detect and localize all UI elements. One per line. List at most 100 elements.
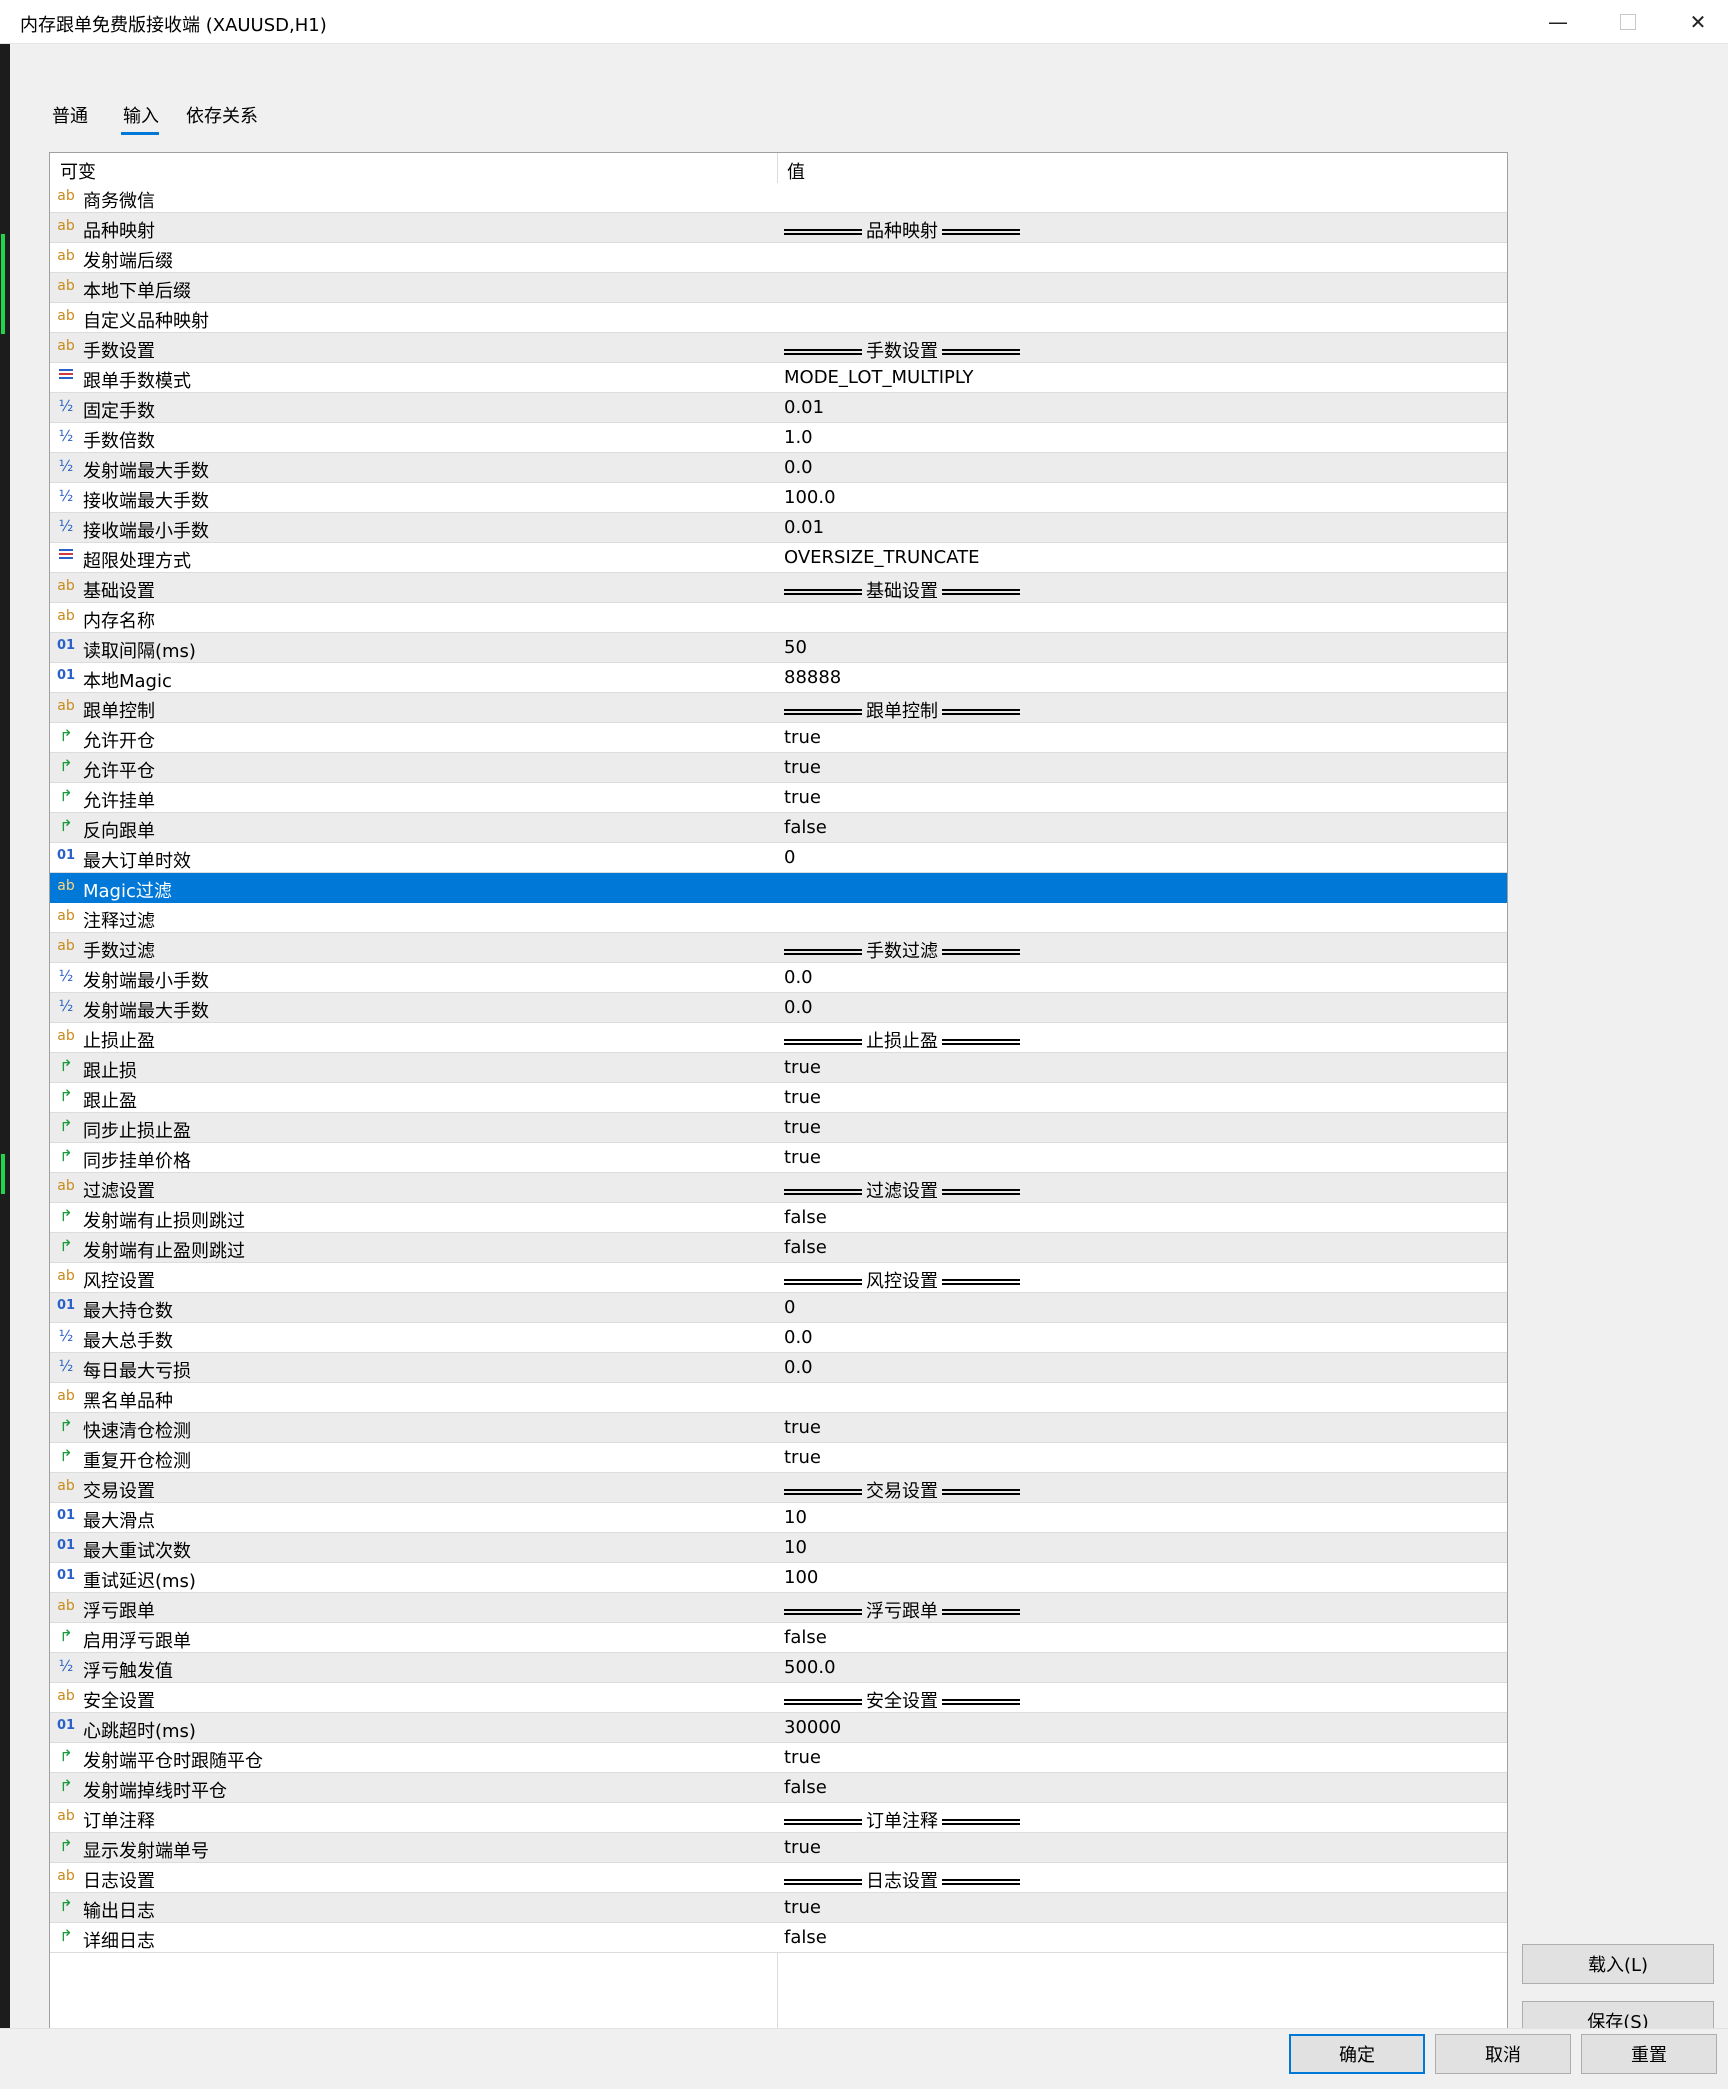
grid-row[interactable]: ↱ 同步止损止盈 true	[50, 1113, 1507, 1143]
grid-row[interactable]: ↱ 发射端掉线时平仓 false	[50, 1773, 1507, 1803]
variable-value[interactable]: 品种映射	[784, 217, 1020, 243]
grid-row[interactable]: 01 最大订单时效 0	[50, 843, 1507, 873]
grid-row[interactable]: ↱ 输出日志 true	[50, 1893, 1507, 1923]
grid-row[interactable]: 01 最大滑点 10	[50, 1503, 1507, 1533]
variable-value[interactable]: 过滤设置	[784, 1177, 1020, 1203]
grid-row[interactable]: ½ 手数倍数 1.0	[50, 423, 1507, 453]
variable-value[interactable]: 风控设置	[784, 1267, 1020, 1293]
variable-value[interactable]: 浮亏跟单	[784, 1597, 1020, 1623]
variable-value[interactable]: 安全设置	[784, 1687, 1020, 1713]
grid-row[interactable]: ½ 浮亏触发值 500.0	[50, 1653, 1507, 1683]
variable-value[interactable]: MODE_LOT_MULTIPLY	[784, 367, 974, 388]
grid-row[interactable]: 跟单手数模式 MODE_LOT_MULTIPLY	[50, 363, 1507, 393]
variable-value[interactable]: OVERSIZE_TRUNCATE	[784, 547, 979, 568]
minimize-button[interactable]: —	[1523, 0, 1593, 44]
variable-value[interactable]: 30000	[784, 1717, 841, 1738]
variable-value[interactable]: true	[784, 1147, 821, 1168]
grid-row[interactable]: ½ 接收端最大手数 100.0	[50, 483, 1507, 513]
variable-value[interactable]: 0	[784, 847, 795, 868]
grid-row[interactable]: ab 品种映射 品种映射	[50, 213, 1507, 243]
grid-row[interactable]: ↱ 发射端平仓时跟随平仓 true	[50, 1743, 1507, 1773]
variable-value[interactable]: 止损止盈	[784, 1027, 1020, 1053]
grid-row[interactable]: 01 最大重试次数 10	[50, 1533, 1507, 1563]
grid-row[interactable]: ab 自定义品种映射	[50, 303, 1507, 333]
variable-value[interactable]: 0	[784, 1297, 795, 1318]
grid-row[interactable]: ↱ 允许开仓 true	[50, 723, 1507, 753]
grid-row[interactable]: ↱ 详细日志 false	[50, 1923, 1507, 1953]
variable-value[interactable]: 订单注释	[784, 1807, 1020, 1833]
tab-general[interactable]: 普通	[52, 102, 88, 128]
grid-row[interactable]: ab 手数过滤 手数过滤	[50, 933, 1507, 963]
grid-row[interactable]: ab 风控设置 风控设置	[50, 1263, 1507, 1293]
variable-value[interactable]: 0.0	[784, 1357, 813, 1378]
grid-row[interactable]: ↱ 反向跟单 false	[50, 813, 1507, 843]
tab-inputs[interactable]: 输入	[123, 102, 159, 128]
grid-row[interactable]: ↱ 同步挂单价格 true	[50, 1143, 1507, 1173]
variable-value[interactable]: false	[784, 1627, 827, 1648]
grid-row[interactable]: ↱ 跟止损 true	[50, 1053, 1507, 1083]
variable-value[interactable]: true	[784, 757, 821, 778]
grid-row[interactable]: ab 发射端后缀	[50, 243, 1507, 273]
grid-row[interactable]: 超限处理方式 OVERSIZE_TRUNCATE	[50, 543, 1507, 573]
reset-button[interactable]: 重置	[1581, 2034, 1717, 2074]
grid-row[interactable]: ½ 接收端最小手数 0.01	[50, 513, 1507, 543]
variable-value[interactable]: true	[784, 1087, 821, 1108]
grid-row[interactable]: ½ 发射端最大手数 0.0	[50, 993, 1507, 1023]
grid-row[interactable]: ½ 发射端最大手数 0.0	[50, 453, 1507, 483]
variable-value[interactable]: 50	[784, 637, 807, 658]
grid-row[interactable]: 01 本地Magic 88888	[50, 663, 1507, 693]
variable-value[interactable]: 手数设置	[784, 337, 1020, 363]
variable-value[interactable]: 1.0	[784, 427, 813, 448]
variable-value[interactable]: 0.0	[784, 967, 813, 988]
grid-row[interactable]: ab 基础设置 基础设置	[50, 573, 1507, 603]
variable-value[interactable]: true	[784, 1117, 821, 1138]
variable-value[interactable]: true	[784, 1837, 821, 1858]
variable-value[interactable]: 100.0	[784, 487, 836, 508]
grid-row[interactable]: ab 日志设置 日志设置	[50, 1863, 1507, 1893]
grid-row[interactable]: ab 安全设置 安全设置	[50, 1683, 1507, 1713]
variable-value[interactable]: 10	[784, 1537, 807, 1558]
grid-row[interactable]: ab 黑名单品种	[50, 1383, 1507, 1413]
grid-row[interactable]: ½ 固定手数 0.01	[50, 393, 1507, 423]
variable-value[interactable]: 手数过滤	[784, 937, 1020, 963]
variable-value[interactable]: 500.0	[784, 1657, 836, 1678]
grid-row[interactable]: ½ 每日最大亏损 0.0	[50, 1353, 1507, 1383]
maximize-button[interactable]	[1593, 0, 1663, 44]
inputs-grid[interactable]: 可变 值 ab 商务微信 ab 品种映射 品种映射 ab 发射端后缀 ab 本地下单后缀 ab 自定…	[49, 152, 1508, 2040]
variable-value[interactable]: 10	[784, 1507, 807, 1528]
variable-value[interactable]: true	[784, 1897, 821, 1918]
grid-row[interactable]: ab 止损止盈 止损止盈	[50, 1023, 1507, 1053]
grid-row[interactable]: ab Magic过滤	[50, 873, 1507, 903]
grid-row[interactable]: ½ 最大总手数 0.0	[50, 1323, 1507, 1353]
grid-row[interactable]: ↱ 跟止盈 true	[50, 1083, 1507, 1113]
variable-value[interactable]: true	[784, 727, 821, 748]
grid-row[interactable]: ½ 发射端最小手数 0.0	[50, 963, 1507, 993]
grid-row[interactable]: 01 读取间隔(ms) 50	[50, 633, 1507, 663]
close-button[interactable]: ✕	[1663, 0, 1728, 44]
variable-value[interactable]: true	[784, 1447, 821, 1468]
grid-row[interactable]: ab 内存名称	[50, 603, 1507, 633]
variable-value[interactable]: false	[784, 817, 827, 838]
variable-value[interactable]: 0.0	[784, 997, 813, 1018]
variable-value[interactable]: 0.01	[784, 517, 824, 538]
load-button[interactable]: 载入(L)	[1522, 1944, 1714, 1984]
grid-row[interactable]: ↱ 重复开仓检测 true	[50, 1443, 1507, 1473]
variable-value[interactable]: 88888	[784, 667, 841, 688]
grid-row[interactable]: ab 跟单控制 跟单控制	[50, 693, 1507, 723]
variable-value[interactable]: 0.0	[784, 457, 813, 478]
variable-value[interactable]: true	[784, 787, 821, 808]
grid-row[interactable]: ab 注释过滤	[50, 903, 1507, 933]
variable-value[interactable]: 交易设置	[784, 1477, 1020, 1503]
variable-value[interactable]: 0.01	[784, 397, 824, 418]
grid-row[interactable]: ↱ 快速清仓检测 true	[50, 1413, 1507, 1443]
grid-row[interactable]: ↱ 显示发射端单号 true	[50, 1833, 1507, 1863]
variable-value[interactable]: false	[784, 1927, 827, 1948]
grid-row[interactable]: ab 商务微信	[50, 183, 1507, 213]
grid-row[interactable]: ↱ 发射端有止盈则跳过 false	[50, 1233, 1507, 1263]
grid-row[interactable]: 01 重试延迟(ms) 100	[50, 1563, 1507, 1593]
variable-value[interactable]: true	[784, 1747, 821, 1768]
column-header-value[interactable]: 值	[787, 158, 805, 184]
ok-button[interactable]: 确定	[1289, 2034, 1425, 2074]
grid-row[interactable]: ab 手数设置 手数设置	[50, 333, 1507, 363]
column-header-variable[interactable]: 可变	[60, 158, 96, 184]
